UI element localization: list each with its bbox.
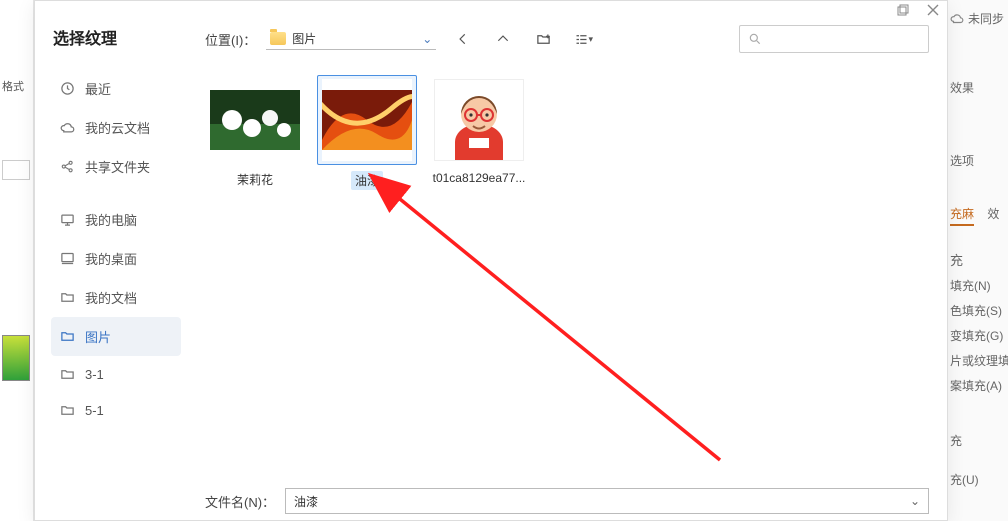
location-row: 位置(I)： 图片 ⌄ ▾ <box>205 25 929 53</box>
search-input[interactable] <box>739 25 929 53</box>
dialog-title: 选择纹理 <box>53 25 181 49</box>
file-item-avatar[interactable]: t01ca8129ea77... <box>429 75 529 193</box>
folder-icon <box>59 290 75 306</box>
nav-up-button[interactable] <box>490 26 516 52</box>
nav-back-button[interactable] <box>450 26 476 52</box>
desktop-icon <box>59 251 75 267</box>
share-icon <box>59 159 75 175</box>
sidebar-item-docs[interactable]: 我的文档 <box>51 278 181 317</box>
location-combo[interactable]: 图片 ⌄ <box>266 28 436 50</box>
sidebar-item-pictures[interactable]: 图片 <box>51 317 181 356</box>
sidebar-item-folder-5-1[interactable]: 5-1 <box>51 392 181 428</box>
sidebar-item-label: 我的文档 <box>85 288 137 307</box>
sidebar-item-label: 我的桌面 <box>85 249 137 268</box>
new-folder-button[interactable] <box>530 26 556 52</box>
sidebar-item-folder-3-1[interactable]: 3-1 <box>51 356 181 392</box>
thumbnail-image <box>447 80 511 160</box>
sidebar-item-computer[interactable]: 我的电脑 <box>51 200 181 239</box>
sidebar-item-desktop[interactable]: 我的桌面 <box>51 239 181 278</box>
bg-right-tab-active: 充麻 <box>950 205 974 226</box>
bg-top-left-label: 格式 <box>2 78 24 94</box>
filename-combo[interactable]: 油漆 ⌄ <box>285 488 929 514</box>
computer-icon <box>59 212 75 228</box>
filename-row: 文件名(N)： 油漆 ⌄ <box>205 488 929 514</box>
dialog-main-area: 位置(I)： 图片 ⌄ ▾ <box>187 1 947 520</box>
dialog-sidebar: 选择纹理 最近 我的云文档 共享文件夹 我的电脑 我的桌面 <box>35 1 187 520</box>
cloud-sync-icon <box>950 12 964 26</box>
folder-icon <box>59 402 75 418</box>
file-label: t01ca8129ea77... <box>429 171 529 185</box>
sidebar-item-label: 最近 <box>85 79 111 98</box>
sidebar-item-recent[interactable]: 最近 <box>51 69 181 108</box>
sidebar-item-shared[interactable]: 共享文件夹 <box>51 147 181 186</box>
sidebar-item-cloud[interactable]: 我的云文档 <box>51 108 181 147</box>
sidebar-item-label: 图片 <box>85 327 111 346</box>
location-label: 位置(I)： <box>205 30 256 49</box>
chevron-down-icon: ⌄ <box>422 32 432 46</box>
search-icon <box>748 32 762 46</box>
clock-icon <box>59 81 75 97</box>
folder-icon <box>270 32 286 45</box>
thumbnail-image <box>322 90 412 150</box>
open-file-dialog: 选择纹理 最近 我的云文档 共享文件夹 我的电脑 我的桌面 <box>34 0 948 521</box>
chevron-down-icon: ⌄ <box>910 494 920 508</box>
file-item-flower[interactable]: 茉莉花 <box>205 75 305 193</box>
sync-label: 未同步 <box>968 10 1004 27</box>
view-mode-button[interactable]: ▾ <box>570 26 596 52</box>
file-item-paint[interactable]: 油漆 <box>317 75 417 193</box>
sidebar-item-label: 共享文件夹 <box>85 157 150 176</box>
filename-label: 文件名(N)： <box>205 492 275 511</box>
sidebar-item-label: 5-1 <box>85 403 104 418</box>
bg-slide-thumb-2 <box>2 335 30 381</box>
sidebar-item-label: 我的电脑 <box>85 210 137 229</box>
location-value: 图片 <box>292 30 316 47</box>
folder-icon <box>59 366 75 382</box>
bg-left-strip: 格式 <box>0 0 34 521</box>
file-thumbnail-grid: 茉莉花 油漆 <box>205 75 929 193</box>
file-label: 茉莉花 <box>205 171 305 188</box>
sidebar-item-label: 3-1 <box>85 367 104 382</box>
thumbnail-image <box>210 90 300 150</box>
filename-value: 油漆 <box>294 493 318 510</box>
folder-icon <box>59 329 75 345</box>
bg-right-panel: 未同步 效果 选项 充麻 效 充 填充(N) 色填充(S) 变填充(G) 片或纹… <box>948 0 1008 521</box>
file-label: 油漆 <box>351 171 383 190</box>
bg-slide-thumb-1 <box>2 160 30 180</box>
cloud-icon <box>59 120 75 136</box>
sidebar-item-label: 我的云文档 <box>85 118 150 137</box>
